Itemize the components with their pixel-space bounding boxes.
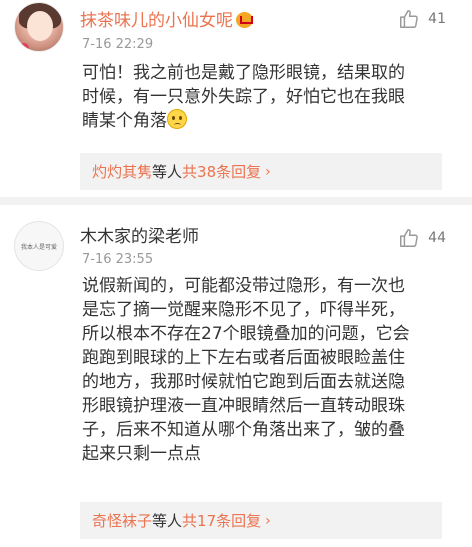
reply-summary[interactable]: 奇怪袜子 等人 共17条回复 › <box>80 502 442 539</box>
reply-mid: 等人 <box>152 163 183 181</box>
chevron-right-icon: › <box>265 163 271 180</box>
like-button[interactable]: 41 <box>398 8 446 30</box>
avatar-face <box>27 11 53 41</box>
username[interactable]: 木木家的梁老师 <box>80 222 199 247</box>
reply-count[interactable]: 共38条回复 <box>182 161 261 182</box>
chevron-right-icon: › <box>265 512 271 529</box>
comment-line: 时候，有一只意外失踪了，好怕它也在我眼 <box>82 87 405 107</box>
timestamp: 7-16 22:29 <box>82 37 154 52</box>
comment-text: 可怕！我之前也是戴了隐形眼镜，结果取的 时候，有一只意外失踪了，好怕它也在我眼 … <box>82 61 454 133</box>
avatar-text: 我本人是可爱 <box>20 243 57 251</box>
comment-line-text: 睛某个角落 <box>82 111 167 131</box>
username-text[interactable]: 抹茶味儿的小仙女呢 <box>80 11 233 31</box>
sad-face-icon <box>167 109 187 129</box>
comment-line: 是忘了摘一觉醒来隐形不见了，吓得半死， <box>82 300 405 320</box>
like-button[interactable]: 44 <box>398 227 446 249</box>
reply-summary[interactable]: 灼灼其隽 等人 共38条回复 › <box>80 153 442 190</box>
comment-line: 跑跑到眼球的上下左右或者后面被眼睑盖住 <box>82 348 405 368</box>
comment-line: 所以根本不存在27个眼镜叠加的问题，它会 <box>82 324 410 344</box>
comment-line: 可怕！我之前也是戴了隐形眼镜，结果取的 <box>82 63 405 83</box>
reply-names[interactable]: 奇怪袜子 <box>92 510 152 531</box>
thumb-up-icon[interactable] <box>398 8 420 30</box>
comment-line: 的地方，我那时候就怕它跑到后面去就送隐 <box>82 372 405 392</box>
comment-line-last: 睛某个角落 <box>82 109 454 133</box>
like-count: 44 <box>428 230 446 246</box>
reply-count[interactable]: 共17条回复 <box>182 510 261 531</box>
like-count: 41 <box>428 11 446 27</box>
comment-line: 子，后来不知道从哪个角落出来了，皱的叠 <box>82 420 405 440</box>
thumb-up-icon[interactable] <box>398 227 420 249</box>
comment-item: 抹茶味儿的小仙女呢 7-16 22:29 41 可怕！我之前也是戴了隐形眼镜，结… <box>0 0 472 197</box>
comment-line: 说假新闻的，可能都没带过隐形，有一次也 <box>82 276 405 296</box>
avatar[interactable] <box>14 2 64 52</box>
crown-icon <box>236 12 253 28</box>
timestamp: 7-16 23:55 <box>82 252 154 267</box>
avatar[interactable]: 我本人是可爱 <box>14 221 64 271</box>
comment-line: 起来只剩一点点 <box>82 444 201 464</box>
username[interactable]: 抹茶味儿的小仙女呢 <box>80 6 253 31</box>
comment-text: 说假新闻的，可能都没带过隐形，有一次也 是忘了摘一觉醒来隐形不见了，吓得半死， … <box>82 274 454 466</box>
reply-names[interactable]: 灼灼其隽 <box>92 161 152 182</box>
divider <box>0 197 472 205</box>
reply-mid: 等人 <box>152 512 183 530</box>
comment-line: 形眼镜护理液一直冲眼睛然后一直转动眼珠 <box>82 396 405 416</box>
avatar-flower <box>19 43 29 51</box>
comment-item: 我本人是可爱 木木家的梁老师 7-16 23:55 44 说假新闻的，可能都没带… <box>0 205 472 547</box>
